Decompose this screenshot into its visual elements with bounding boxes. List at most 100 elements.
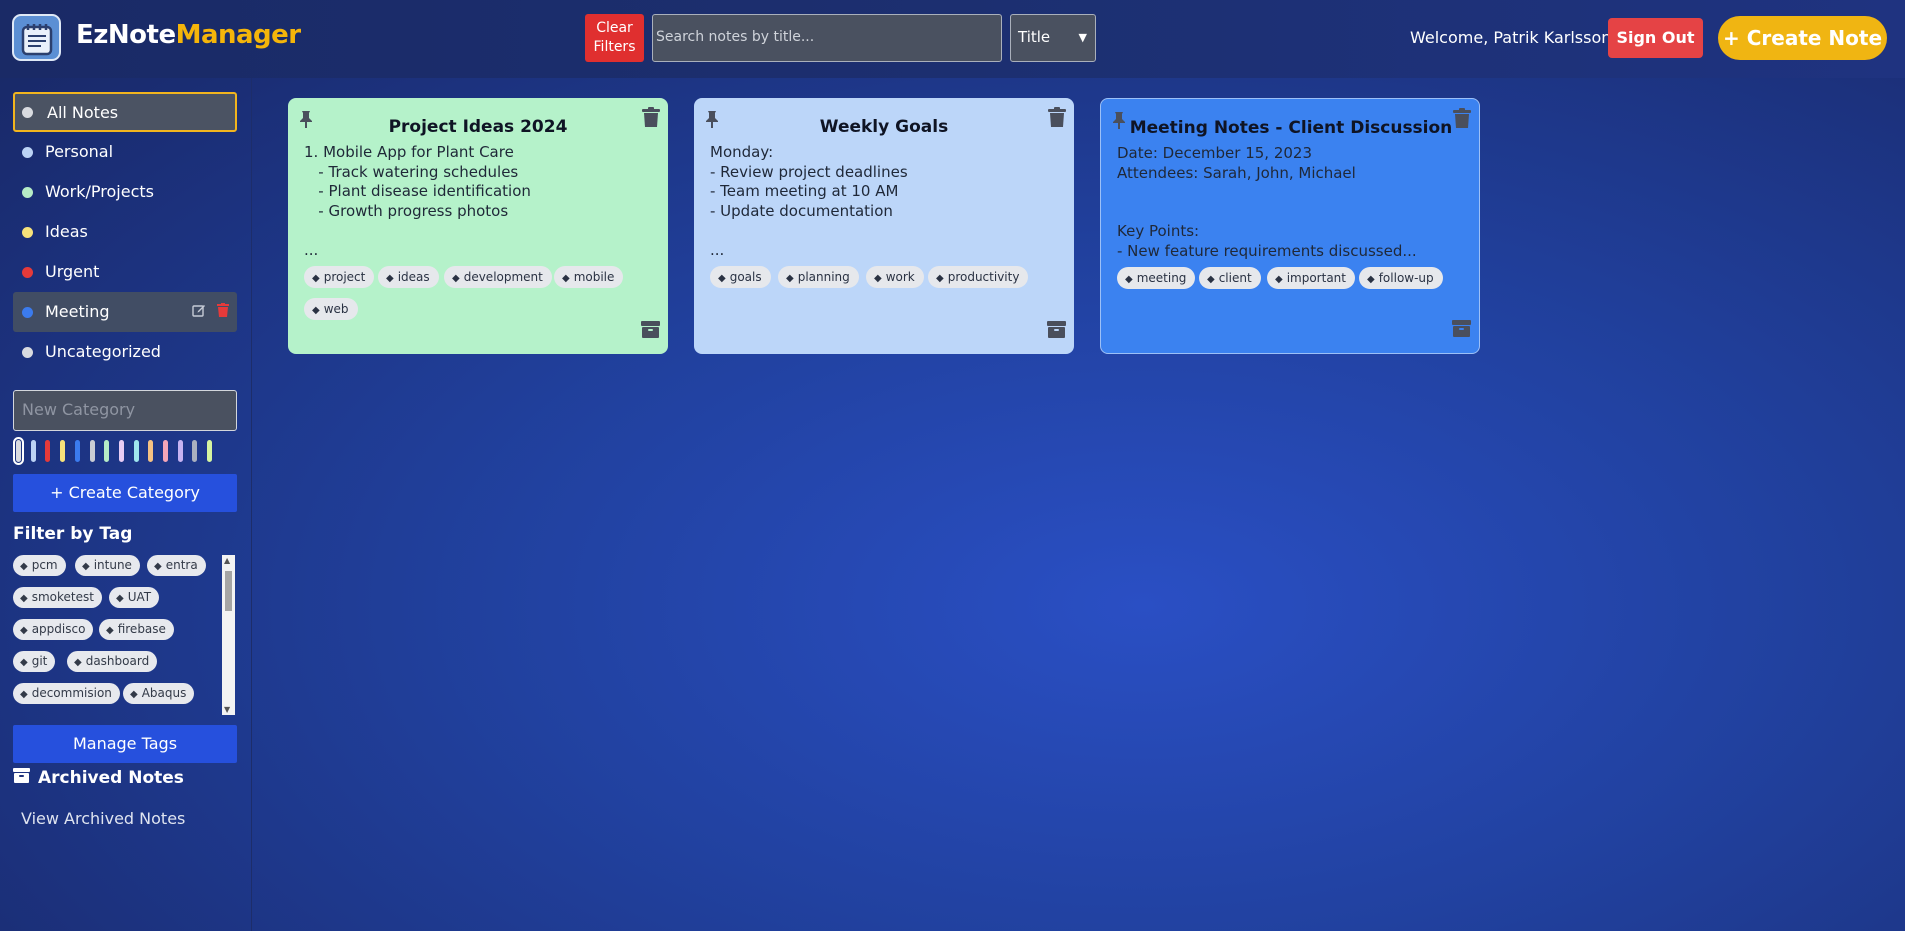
tag-icon: ◆ xyxy=(562,273,570,284)
brand-name: EzNoteManager xyxy=(76,20,301,50)
note-tag-label: client xyxy=(1218,271,1252,285)
category-urgent[interactable]: Urgent xyxy=(13,252,237,292)
tag-icon: ◆ xyxy=(130,689,138,700)
tag-filter-chip[interactable]: ◆ smoketest xyxy=(13,587,102,608)
tag-icon: ◆ xyxy=(20,561,28,572)
color-swatch[interactable] xyxy=(13,437,24,465)
clear-filters-button[interactable]: Clear Filters xyxy=(585,14,644,62)
tag-icon: ◆ xyxy=(20,689,28,700)
color-swatch[interactable] xyxy=(133,440,139,462)
note-tag[interactable]: ◆ project xyxy=(304,266,375,288)
tag-filter-chip[interactable]: ◆ dashboard xyxy=(67,651,158,672)
note-tag[interactable]: ◆ important xyxy=(1267,267,1355,289)
note-tag-label: development xyxy=(463,270,543,284)
scroll-up-icon[interactable]: ▲ xyxy=(224,556,230,565)
category-ideas[interactable]: Ideas xyxy=(13,212,237,252)
note-tag[interactable]: ◆ work xyxy=(866,266,924,288)
tag-list-scrollbar[interactable]: ▲ ▼ xyxy=(222,555,235,715)
category-label: Urgent xyxy=(45,262,100,281)
note-tag[interactable]: ◆ goals xyxy=(710,266,771,288)
tag-filter-chip[interactable]: ◆ decommision xyxy=(13,683,120,704)
tag-label: dashboard xyxy=(85,654,150,668)
tag-filter-chip[interactable]: ◆ firebase xyxy=(99,619,174,640)
color-swatch[interactable] xyxy=(89,440,95,462)
tag-filter-chip[interactable]: ◆ intune xyxy=(75,555,140,576)
tag-label: entra xyxy=(165,558,198,572)
color-swatch[interactable] xyxy=(30,440,36,462)
tag-filter-chip[interactable]: ◆ entra xyxy=(147,555,206,576)
category-label: Uncategorized xyxy=(45,342,161,361)
search-input[interactable]: Search notes by title... xyxy=(652,14,1002,62)
category-uncategorized[interactable]: Uncategorized xyxy=(13,332,237,372)
category-actions xyxy=(186,292,229,333)
create-note-button[interactable]: + Create Note xyxy=(1718,16,1887,60)
note-tag[interactable]: ◆ productivity xyxy=(928,266,1029,288)
tag-filter-chip[interactable]: ◆ git xyxy=(13,651,56,672)
tag-icon: ◆ xyxy=(1275,274,1283,285)
color-swatch[interactable] xyxy=(45,440,51,462)
new-category-input[interactable]: New Category xyxy=(13,390,237,431)
edit-icon[interactable] xyxy=(192,293,206,333)
tag-icon: ◆ xyxy=(874,273,882,284)
archive-icon[interactable] xyxy=(1047,321,1066,342)
manage-tags-button[interactable]: Manage Tags xyxy=(13,725,237,763)
create-category-button[interactable]: + Create Category xyxy=(13,474,237,512)
tag-filter-chip[interactable]: ◆ UAT xyxy=(109,587,160,608)
note-tag[interactable]: ◆ planning xyxy=(778,266,859,288)
sort-select[interactable]: Title ▼ xyxy=(1010,14,1096,62)
color-swatch[interactable] xyxy=(74,440,80,462)
category-meeting[interactable]: Meeting xyxy=(13,292,237,332)
note-tag-label: project xyxy=(323,270,366,284)
scroll-down-icon[interactable]: ▼ xyxy=(224,705,230,714)
sign-out-button[interactable]: Sign Out xyxy=(1608,18,1703,58)
brand-part-2: Manager xyxy=(175,20,302,50)
tag-label: decommision xyxy=(31,686,112,700)
note-card[interactable]: Project Ideas 2024 1. Mobile App for Pla… xyxy=(288,98,668,354)
color-swatch[interactable] xyxy=(207,440,213,462)
category-personal[interactable]: Personal xyxy=(13,132,237,172)
color-swatch[interactable] xyxy=(163,440,168,462)
scrollbar-thumb[interactable] xyxy=(225,571,232,611)
tag-icon: ◆ xyxy=(452,273,460,284)
color-swatch[interactable] xyxy=(148,440,154,462)
delete-icon[interactable] xyxy=(217,293,229,333)
note-tag[interactable]: ◆ development xyxy=(444,266,552,288)
note-tag[interactable]: ◆ meeting xyxy=(1117,267,1196,289)
category-label: Work/Projects xyxy=(45,182,154,201)
color-swatch[interactable] xyxy=(118,440,124,462)
tag-label: intune xyxy=(93,558,132,572)
note-tag-label: meeting xyxy=(1136,271,1187,285)
color-swatch[interactable] xyxy=(192,440,198,462)
app-logo xyxy=(12,14,61,61)
note-card[interactable]: Meeting Notes - Client Discussion Date: … xyxy=(1100,98,1480,354)
note-tag-label: productivity xyxy=(947,270,1020,284)
note-tag[interactable]: ◆ web xyxy=(304,298,358,320)
sort-select-value: Title xyxy=(1018,28,1051,46)
clear-filters-label-2: Filters xyxy=(593,39,636,55)
note-card[interactable]: Weekly Goals Monday: - Review project de… xyxy=(694,98,1074,354)
tag-icon: ◆ xyxy=(386,273,394,284)
color-swatch[interactable] xyxy=(177,440,183,462)
archive-icon[interactable] xyxy=(1452,320,1471,341)
note-tag-label: web xyxy=(323,302,349,316)
note-tag[interactable]: ◆ mobile xyxy=(554,266,624,288)
note-tag[interactable]: ◆ follow-up xyxy=(1359,267,1443,289)
note-tag[interactable]: ◆ ideas xyxy=(378,266,439,288)
tag-icon: ◆ xyxy=(154,561,162,572)
color-swatch[interactable] xyxy=(60,440,66,462)
tag-label: git xyxy=(31,654,48,668)
tag-filter-chip[interactable]: ◆ appdisco xyxy=(13,619,94,640)
note-tag[interactable]: ◆ client xyxy=(1199,267,1261,289)
category-work-projects[interactable]: Work/Projects xyxy=(13,172,237,212)
plus-icon: + xyxy=(1722,26,1740,50)
tag-icon: ◆ xyxy=(312,305,320,316)
tag-filter-chip[interactable]: ◆ Abaqus xyxy=(123,683,195,704)
tag-icon: ◆ xyxy=(786,273,794,284)
view-archived-notes-link[interactable]: View Archived Notes xyxy=(21,809,185,828)
archive-icon[interactable] xyxy=(641,321,660,342)
category-color-dot xyxy=(22,227,33,238)
color-swatch[interactable] xyxy=(104,440,110,462)
category-all-notes[interactable]: All Notes xyxy=(13,92,237,132)
note-tag-label: ideas xyxy=(397,270,430,284)
tag-filter-chip[interactable]: ◆ pcm xyxy=(13,555,66,576)
